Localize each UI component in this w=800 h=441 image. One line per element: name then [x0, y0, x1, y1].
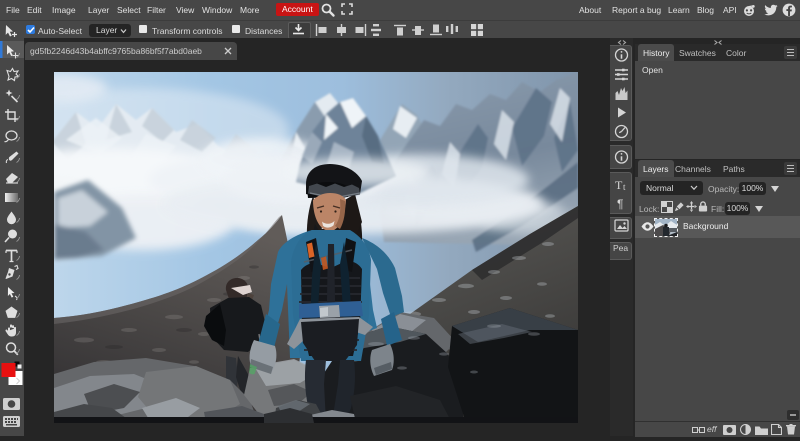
svg-text:T: T — [615, 178, 623, 192]
svg-text:t: t — [623, 182, 626, 192]
svg-text:¶: ¶ — [617, 197, 623, 211]
